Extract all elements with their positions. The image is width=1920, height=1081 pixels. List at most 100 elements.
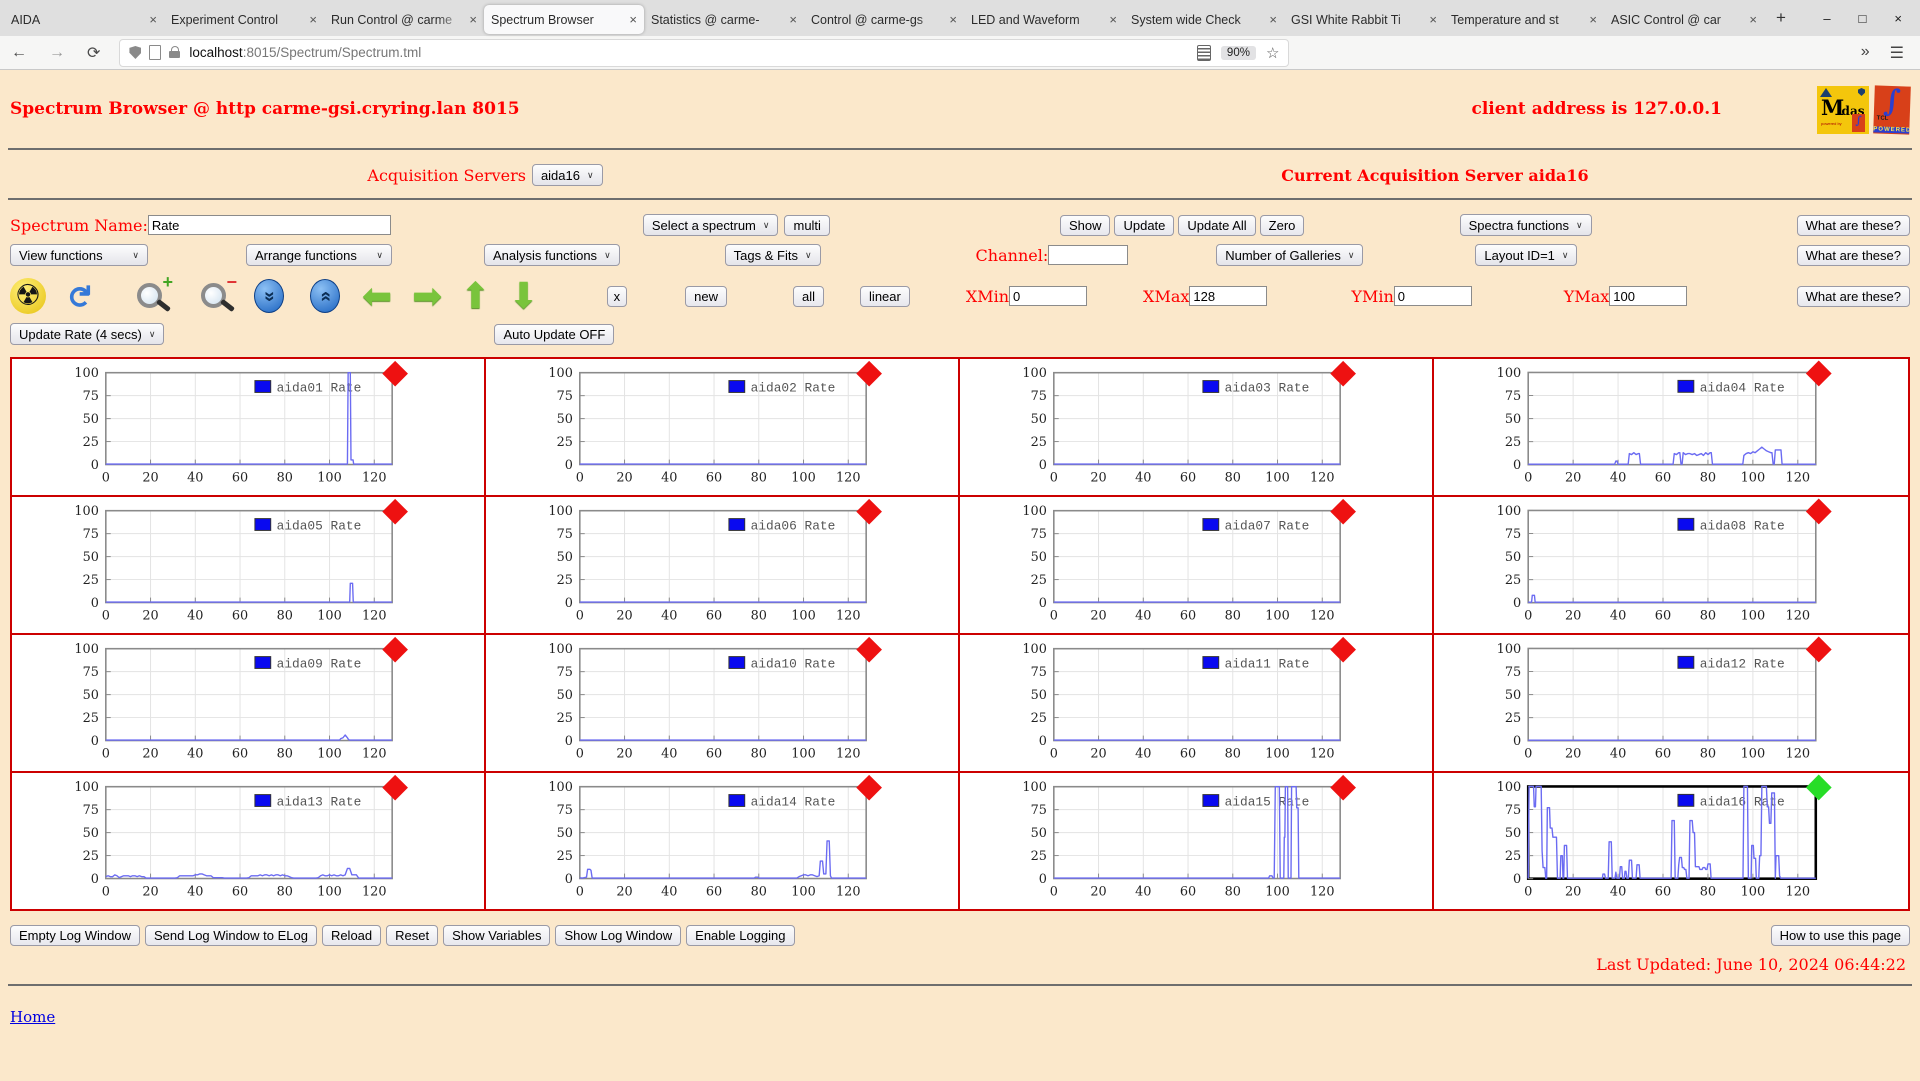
x-axis-button[interactable]: x: [606, 285, 628, 307]
browser-tab[interactable]: Temperature and st ×: [1444, 5, 1604, 34]
tab-close-icon[interactable]: ×: [1269, 12, 1277, 27]
arrow-down-icon[interactable]: ⬇: [509, 278, 539, 314]
zoom-out-icon[interactable]: −: [198, 272, 238, 316]
tracking-protection-shield-icon[interactable]: [129, 46, 142, 59]
minimize-button[interactable]: –: [1823, 11, 1830, 26]
analysis-functions-dropdown[interactable]: Analysis functions ∨: [484, 244, 620, 266]
hamburger-menu-icon[interactable]: ☰: [1890, 43, 1904, 63]
spectra-functions-dropdown[interactable]: Spectra functions ∨: [1459, 214, 1592, 236]
home-link[interactable]: Home: [10, 1008, 55, 1026]
what-are-these-button[interactable]: What are these?: [1796, 214, 1910, 236]
new-tab-button[interactable]: +: [1764, 8, 1798, 28]
page-info-icon[interactable]: [149, 45, 162, 60]
show-button[interactable]: Show: [1059, 214, 1111, 236]
what-are-these-button[interactable]: What are these?: [1796, 285, 1910, 307]
update-all-button[interactable]: Update All: [1178, 214, 1256, 236]
ymax-input[interactable]: [1609, 286, 1688, 306]
empty-log-window-button[interactable]: Empty Log Window: [10, 925, 140, 946]
tab-close-icon[interactable]: ×: [1589, 12, 1597, 27]
zoom-level-badge[interactable]: 90%: [1220, 45, 1256, 60]
tab-close-icon[interactable]: ×: [469, 12, 477, 27]
linear-button[interactable]: linear: [860, 285, 910, 307]
number-of-galleries-dropdown[interactable]: Number of Galleries ∨: [1216, 244, 1364, 266]
all-button[interactable]: all: [793, 285, 825, 307]
forward-icon[interactable]: →: [38, 44, 76, 62]
zoom-in-icon[interactable]: +: [134, 272, 174, 316]
arrange-functions-dropdown[interactable]: Arrange functions ∨: [246, 244, 392, 266]
spectrum-plot-aida06[interactable]: 0 20 40 60 80 100 120 0 25 50 75 100 aida06 Rate: [486, 497, 960, 635]
tab-close-icon[interactable]: ×: [949, 12, 957, 27]
overflow-menu-icon[interactable]: »: [1861, 43, 1870, 63]
spectrum-name-input[interactable]: [147, 215, 391, 235]
spectrum-plot-aida11[interactable]: 0 20 40 60 80 100 120 0 25 50 75 100 aida11 Rate: [960, 635, 1434, 773]
update-rate-dropdown[interactable]: Update Rate (4 secs) ∨: [10, 323, 165, 345]
spectrum-plot-aida13[interactable]: 0 20 40 60 80 100 120 0 25 50 75 100 aida13 Rate: [12, 773, 486, 909]
how-to-use-button[interactable]: How to use this page: [1770, 925, 1910, 946]
browser-tab[interactable]: AIDA ×: [4, 5, 164, 34]
channel-input[interactable]: [1048, 245, 1129, 265]
arrow-up-icon[interactable]: ⬆: [460, 278, 490, 314]
tab-close-icon[interactable]: ×: [789, 12, 797, 27]
layout-id-dropdown[interactable]: Layout ID=1 ∨: [1475, 244, 1578, 266]
what-are-these-button[interactable]: What are these?: [1796, 244, 1910, 266]
url-bar[interactable]: localhost:8015/Spectrum/Spectrum.tml 90%…: [119, 38, 1290, 67]
spectrum-plot-aida14[interactable]: 0 20 40 60 80 100 120 0 25 50 75 100 aida14 Rate: [486, 773, 960, 909]
spectrum-plot-aida10[interactable]: 0 20 40 60 80 100 120 0 25 50 75 100 aida10 Rate: [486, 635, 960, 773]
browser-tab[interactable]: ASIC Control @ car ×: [1604, 5, 1764, 34]
close-button[interactable]: ×: [1894, 11, 1902, 26]
enable-logging-button[interactable]: Enable Logging: [686, 925, 795, 946]
update-button[interactable]: Update: [1114, 214, 1175, 236]
select-spectrum-dropdown[interactable]: Select a spectrum ∨: [642, 214, 779, 236]
acquisition-server-select[interactable]: aida16 ∨: [531, 164, 603, 186]
tab-close-icon[interactable]: ×: [1109, 12, 1117, 27]
radiation-icon[interactable]: ☢: [10, 278, 46, 314]
arrow-left-icon[interactable]: ⬅: [362, 278, 392, 314]
site-permissions-lock-icon[interactable]: [169, 46, 181, 59]
browser-tab[interactable]: Spectrum Browser ×: [484, 5, 644, 34]
refresh-icon[interactable]: ↻: [61, 283, 96, 309]
reset-button[interactable]: Reset: [386, 925, 439, 946]
tab-close-icon[interactable]: ×: [1429, 12, 1437, 27]
new-button[interactable]: new: [685, 285, 728, 307]
browser-tab[interactable]: Statistics @ carme- ×: [644, 5, 804, 34]
browser-tab[interactable]: System wide Check ×: [1124, 5, 1284, 34]
tags-fits-dropdown[interactable]: Tags & Fits ∨: [724, 244, 821, 266]
spectrum-plot-aida16[interactable]: 0 20 40 60 80 100 120 0 25 50 75 100 aida16 Rate: [1434, 773, 1908, 909]
browser-tab[interactable]: LED and Waveform ×: [964, 5, 1124, 34]
browser-tab[interactable]: GSI White Rabbit Ti ×: [1284, 5, 1444, 34]
spectrum-plot-aida07[interactable]: 0 20 40 60 80 100 120 0 25 50 75 100 aida07 Rate: [960, 497, 1434, 635]
tab-close-icon[interactable]: ×: [309, 12, 317, 27]
reload-icon[interactable]: ⟳: [76, 43, 111, 63]
arrow-right-icon[interactable]: ➡: [412, 278, 442, 314]
show-log-window-button[interactable]: Show Log Window: [555, 925, 682, 946]
auto-update-button[interactable]: Auto Update OFF: [494, 323, 615, 345]
spectrum-plot-aida08[interactable]: 0 20 40 60 80 100 120 0 25 50 75 100 aida08 Rate: [1434, 497, 1908, 635]
reader-view-icon[interactable]: [1196, 44, 1211, 61]
ymin-input[interactable]: [1393, 286, 1472, 306]
browser-tab[interactable]: Run Control @ carme ×: [324, 5, 484, 34]
spectrum-plot-aida02[interactable]: 0 20 40 60 80 100 120 0 25 50 75 100 aida02 Rate: [486, 359, 960, 497]
fast-up-icon[interactable]: »: [309, 279, 340, 313]
reload-button[interactable]: Reload: [321, 925, 382, 946]
xmax-input[interactable]: [1189, 286, 1268, 306]
spectrum-plot-aida01[interactable]: 0 20 40 60 80 100 120 0 25 50 75 100 aida01 Rate: [12, 359, 486, 497]
send-log-window-button[interactable]: Send Log Window to ELog: [145, 925, 317, 946]
spectrum-plot-aida12[interactable]: 0 20 40 60 80 100 120 0 25 50 75 100 aida12 Rate: [1434, 635, 1908, 773]
zero-button[interactable]: Zero: [1259, 214, 1305, 236]
tab-close-icon[interactable]: ×: [1749, 12, 1757, 27]
tab-close-icon[interactable]: ×: [149, 12, 157, 27]
spectrum-plot-aida15[interactable]: 0 20 40 60 80 100 120 0 25 50 75 100 aida15 Rate: [960, 773, 1434, 909]
spectrum-plot-aida04[interactable]: 0 20 40 60 80 100 120 0 25 50 75 100 aida04 Rate: [1434, 359, 1908, 497]
browser-tab[interactable]: Experiment Control ×: [164, 5, 324, 34]
browser-tab[interactable]: Control @ carme-gs ×: [804, 5, 964, 34]
back-icon[interactable]: ←: [0, 44, 38, 62]
bookmark-star-icon[interactable]: ☆: [1266, 44, 1279, 62]
tab-close-icon[interactable]: ×: [629, 12, 637, 27]
multi-button[interactable]: multi: [784, 214, 830, 236]
xmin-input[interactable]: [1009, 286, 1088, 306]
view-functions-dropdown[interactable]: View functions ∨: [10, 244, 148, 266]
show-variables-button[interactable]: Show Variables: [443, 925, 551, 946]
spectrum-plot-aida03[interactable]: 0 20 40 60 80 100 120 0 25 50 75 100 aida03 Rate: [960, 359, 1434, 497]
spectrum-plot-aida05[interactable]: 0 20 40 60 80 100 120 0 25 50 75 100 aida05 Rate: [12, 497, 486, 635]
fast-down-icon[interactable]: »: [253, 279, 284, 313]
